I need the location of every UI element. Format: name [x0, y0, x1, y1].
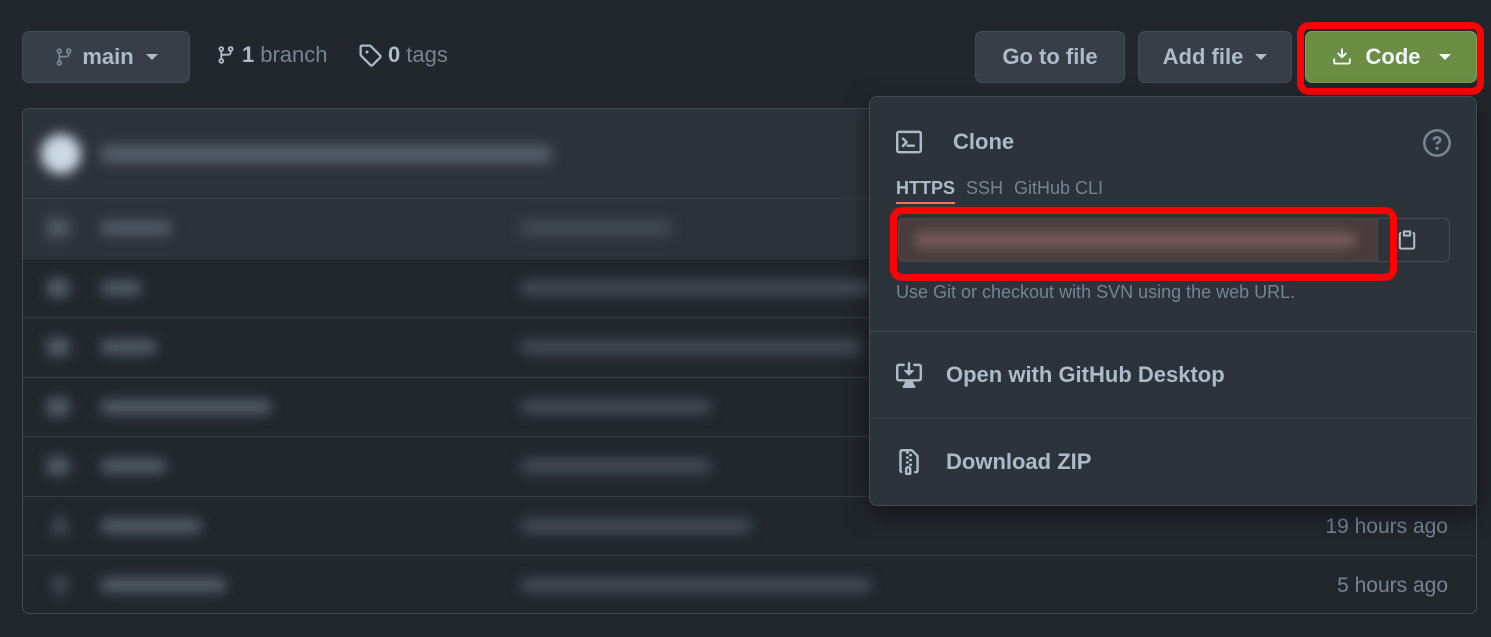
- folder-icon: [47, 457, 69, 475]
- commit-message[interactable]: [521, 221, 671, 235]
- file-icon: [53, 576, 67, 594]
- open-with-github-desktop[interactable]: Open with GitHub Desktop: [870, 332, 1476, 418]
- commit-message[interactable]: [521, 518, 751, 533]
- file-row[interactable]: 5 hours ago: [23, 555, 1476, 613]
- branches-count: 1: [242, 42, 255, 67]
- clone-hint: Use Git or checkout with SVN using the w…: [896, 282, 1296, 302]
- terminal-icon: [896, 130, 922, 154]
- file-name[interactable]: [101, 518, 201, 533]
- chevron-down-icon: [145, 54, 158, 60]
- branch-name: main: [82, 44, 134, 69]
- folder-icon: [47, 338, 69, 356]
- chevron-down-icon: [1438, 54, 1451, 60]
- help-icon[interactable]: [1423, 129, 1451, 157]
- tab-https[interactable]: HTTPS: [896, 178, 956, 204]
- tab-ssh[interactable]: SSH: [966, 178, 1003, 199]
- file-zip-icon: [899, 449, 919, 475]
- clone-url-input[interactable]: [898, 218, 1378, 262]
- folder-icon: [47, 219, 69, 237]
- commit-message[interactable]: [521, 578, 871, 592]
- file-name[interactable]: [101, 280, 141, 295]
- avatar: [41, 134, 81, 174]
- open-with-github-desktop-label: Open with GitHub Desktop: [946, 362, 1225, 387]
- download-icon: [1332, 48, 1351, 65]
- file-name[interactable]: [101, 340, 156, 354]
- commit-time: 19 hours ago: [1325, 514, 1448, 538]
- commit-time: 5 hours ago: [1337, 574, 1448, 597]
- folder-icon: [47, 278, 69, 297]
- branch-select-button[interactable]: main: [22, 31, 190, 83]
- tab-github-cli[interactable]: GitHub CLI: [1014, 178, 1103, 199]
- code-button[interactable]: Code: [1305, 31, 1477, 83]
- tags-count: 0: [388, 42, 401, 67]
- copy-url-button[interactable]: [1377, 218, 1450, 262]
- go-to-file-button[interactable]: Go to file: [975, 31, 1125, 83]
- code-label: Code: [1365, 44, 1421, 69]
- tag-icon: [359, 44, 382, 67]
- go-to-file-label: Go to file: [1002, 44, 1098, 69]
- chevron-down-icon: [1255, 54, 1268, 60]
- file-icon: [53, 516, 67, 535]
- clone-dropdown: Clone HTTPS SSH GitHub CLI Use Git or ch…: [869, 96, 1477, 506]
- file-name[interactable]: [101, 221, 171, 235]
- git-branch-icon: [218, 46, 234, 64]
- download-zip[interactable]: Download ZIP: [870, 419, 1476, 505]
- commit-message[interactable]: [521, 340, 861, 354]
- commit-message[interactable]: [521, 459, 711, 473]
- commit-message[interactable]: [521, 399, 711, 414]
- commit-message[interactable]: [521, 280, 871, 295]
- clone-title: Clone: [953, 129, 1015, 154]
- folder-icon: [47, 397, 69, 416]
- tags-label: tags: [406, 42, 448, 67]
- clone-url-value: [915, 233, 1355, 247]
- branches-label: branch: [260, 42, 328, 67]
- git-branch-icon: [56, 48, 72, 66]
- tags-link[interactable]: 0 tags: [358, 42, 448, 68]
- download-zip-label: Download ZIP: [946, 449, 1092, 474]
- file-name[interactable]: [101, 399, 271, 414]
- add-file-button[interactable]: Add file: [1138, 31, 1292, 83]
- clipboard-icon: [1398, 230, 1416, 250]
- commit-message: [101, 145, 551, 163]
- add-file-label: Add file: [1162, 44, 1244, 69]
- file-name[interactable]: [101, 578, 226, 592]
- file-name[interactable]: [101, 459, 166, 473]
- desktop-download-icon: [896, 362, 922, 388]
- branches-link[interactable]: 1 branch: [216, 42, 328, 68]
